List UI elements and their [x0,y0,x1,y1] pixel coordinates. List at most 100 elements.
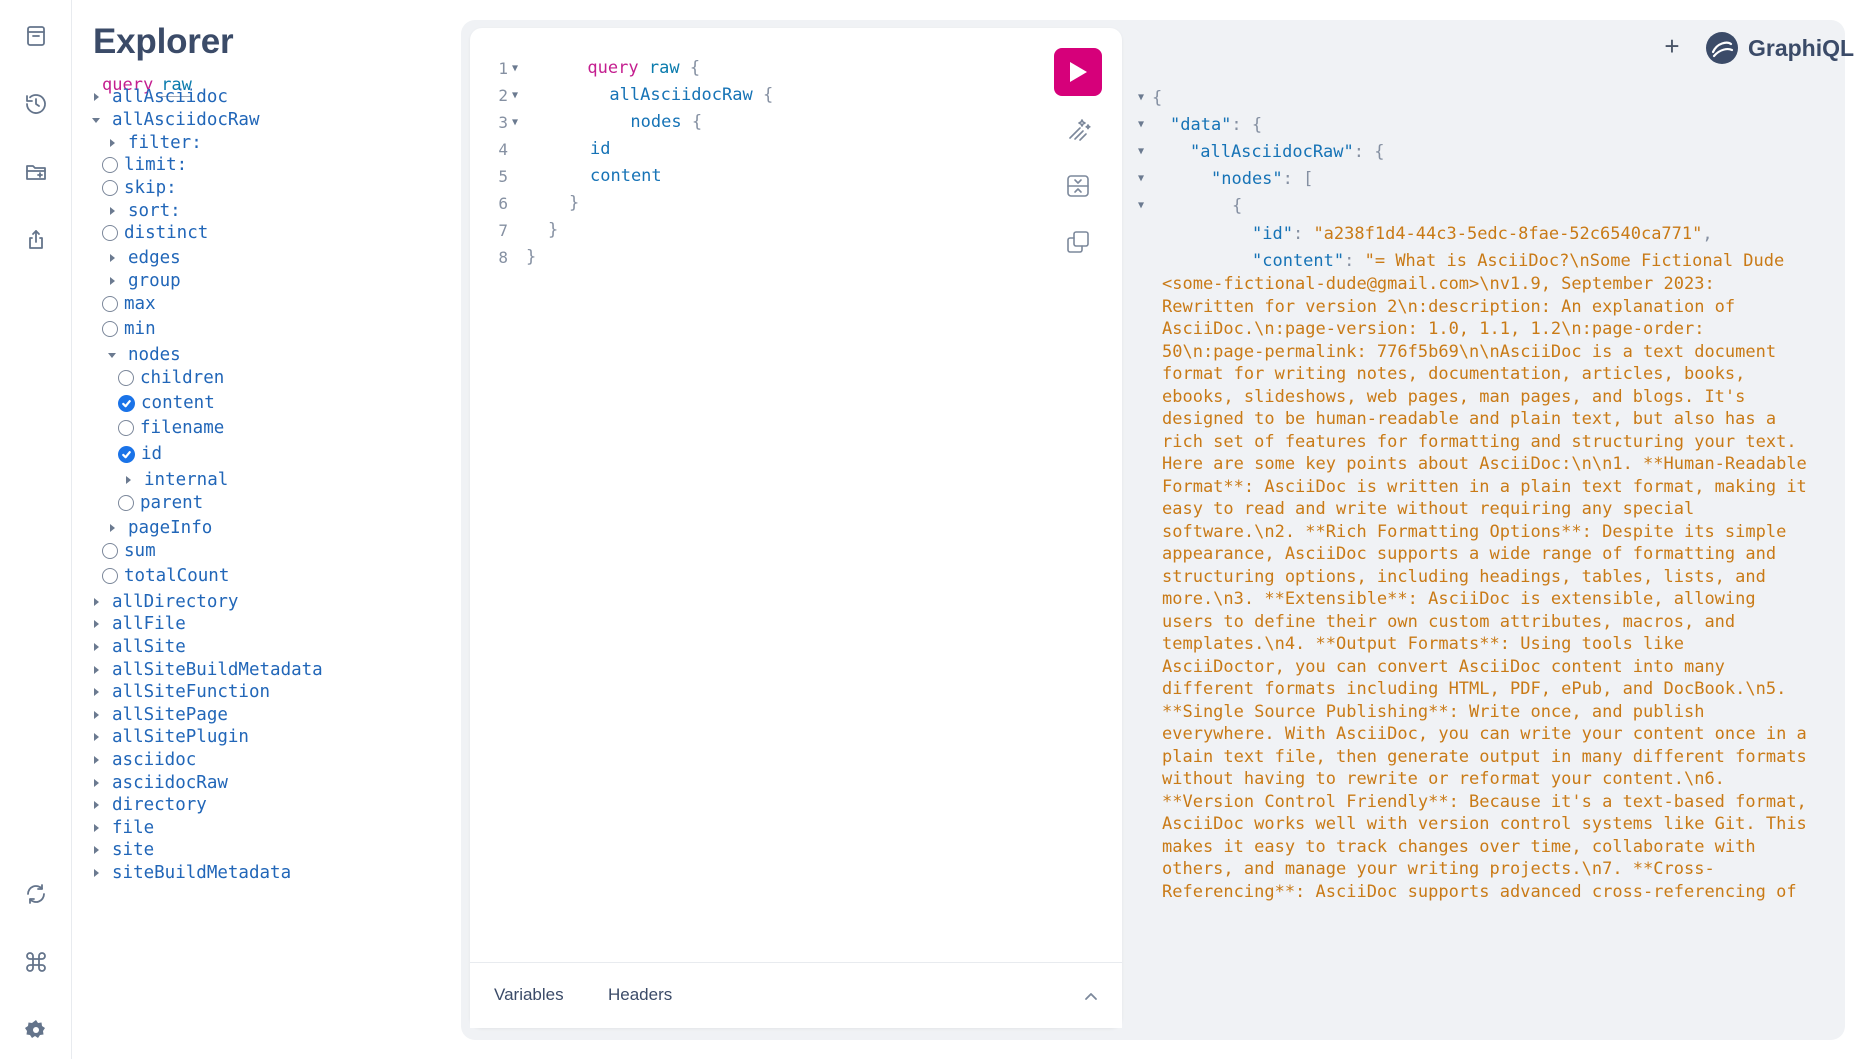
explorer-field-allasciidocraw[interactable]: allAsciidocRaw [90,108,260,132]
execute-query-button[interactable] [1054,48,1102,96]
docs-explorer-button[interactable] [18,18,54,54]
caret-right-icon[interactable] [106,252,118,264]
caret-down-icon[interactable] [90,114,102,126]
explorer-field-allsitebuildmetadata[interactable]: allSiteBuildMetadata [90,658,323,682]
radio-unchecked-icon[interactable] [102,157,118,173]
fold-arrow-icon[interactable]: ▼ [512,90,518,101]
caret-right-icon[interactable] [90,799,102,811]
export-button[interactable] [18,222,54,258]
explorer-field-internal[interactable]: internal [122,468,228,492]
radio-unchecked-icon[interactable] [102,568,118,584]
explorer-field-max[interactable]: max [102,292,156,316]
explorer-field-sort[interactable]: sort: [106,199,181,223]
code-line-3: 3 ▼ nodes { [470,109,950,135]
caret-right-icon[interactable] [90,664,102,676]
explorer-field-directory[interactable]: directory [90,793,207,817]
json-string-continuation: AsciiDoctor, you can convert AsciiDoc co… [1162,656,1725,677]
history-button[interactable] [18,86,54,122]
explorer-field-site[interactable]: site [90,838,154,862]
explorer-field-sitebuildmetadata[interactable]: siteBuildMetadata [90,861,291,885]
explorer-field-label: allSite [112,637,186,657]
fold-arrow-icon[interactable]: ▼ [1138,146,1152,157]
add-tab-button[interactable]: + [1660,31,1684,61]
explorer-field-limit[interactable]: limit: [102,153,187,177]
query-editor[interactable]: 1 ▼ query raw { 2 ▼ allAsciidocRaw { 3 ▼… [470,28,1122,1028]
caret-right-icon[interactable] [90,777,102,789]
radio-unchecked-icon[interactable] [118,420,134,436]
radio-unchecked-icon[interactable] [102,321,118,337]
copy-query-button[interactable] [1062,226,1094,258]
fold-arrow-icon[interactable]: ▼ [512,117,518,128]
radio-unchecked-icon[interactable] [102,180,118,196]
explorer-field-nodes[interactable]: nodes [106,343,181,367]
merge-fragments-button[interactable] [1062,170,1094,202]
fold-arrow-icon[interactable]: ▼ [1138,92,1152,103]
explorer-field-allasciidoc[interactable]: allAsciidoc [90,85,228,109]
caret-right-icon[interactable] [122,474,134,486]
fold-arrow-icon[interactable]: ▼ [1138,200,1152,211]
explorer-field-sum[interactable]: sum [102,539,156,563]
explorer-field-label: content [141,393,215,413]
fold-arrow-icon[interactable]: ▼ [1138,119,1152,130]
fold-arrow-icon[interactable]: ▼ [1138,173,1152,184]
caret-right-icon[interactable] [106,522,118,534]
explorer-field-alldirectory[interactable]: allDirectory [90,590,238,614]
caret-right-icon[interactable] [90,686,102,698]
explorer-field-totalcount[interactable]: totalCount [102,564,229,588]
explorer-field-edges[interactable]: edges [106,246,181,270]
explorer-field-label: allSitePage [112,705,228,725]
caret-right-icon[interactable] [90,822,102,834]
tab-headers[interactable]: Headers [608,985,672,1005]
radio-unchecked-icon[interactable] [102,225,118,241]
explorer-field-filename[interactable]: filename [118,416,224,440]
explorer-field-distinct[interactable]: distinct [102,221,208,245]
refetch-schema-button[interactable] [18,876,54,912]
explorer-field-children[interactable]: children [118,366,224,390]
result-viewer[interactable]: ▼ { ▼ "data": { ▼ "allAsciidocRaw": { ▼ … [1138,84,1848,1030]
radio-unchecked-icon[interactable] [118,495,134,511]
explorer-field-asciidocraw[interactable]: asciidocRaw [90,771,228,795]
explorer-field-min[interactable]: min [102,317,156,341]
settings-button[interactable] [18,1012,54,1048]
caret-right-icon[interactable] [106,137,118,149]
explorer-field-allsiteplugin[interactable]: allSitePlugin [90,725,249,749]
caret-right-icon[interactable] [106,275,118,287]
explorer-field-allfile[interactable]: allFile [90,612,186,636]
caret-right-icon[interactable] [90,731,102,743]
explorer-field-asciidoc[interactable]: asciidoc [90,748,196,772]
explorer-field-label: allSitePlugin [112,727,249,747]
caret-right-icon[interactable] [90,754,102,766]
caret-right-icon[interactable] [106,205,118,217]
radio-unchecked-icon[interactable] [102,543,118,559]
explorer-field-content[interactable]: content [118,391,215,415]
radio-unchecked-icon[interactable] [118,370,134,386]
caret-down-icon[interactable] [106,349,118,361]
caret-right-icon[interactable] [90,641,102,653]
chevron-up-icon[interactable] [1082,987,1100,1005]
fold-arrow-icon[interactable]: ▼ [512,63,518,74]
caret-right-icon[interactable] [90,618,102,630]
caret-right-icon[interactable] [90,867,102,879]
explorer-field-id[interactable]: id [118,442,162,466]
bracket: [ [1303,168,1314,189]
caret-right-icon[interactable] [90,709,102,721]
tab-variables[interactable]: Variables [494,985,564,1005]
caret-right-icon[interactable] [90,596,102,608]
radio-unchecked-icon[interactable] [102,296,118,312]
explorer-field-skip[interactable]: skip: [102,176,177,200]
explorer-field-parent[interactable]: parent [118,491,203,515]
explorer-field-allsitepage[interactable]: allSitePage [90,703,228,727]
explorer-field-allsitefunction[interactable]: allSiteFunction [90,680,270,704]
check-circle-icon[interactable] [118,445,135,463]
explorer-field-allsite[interactable]: allSite [90,635,186,659]
check-circle-icon[interactable] [118,394,135,412]
explorer-field-pageinfo[interactable]: pageInfo [106,516,212,540]
caret-right-icon[interactable] [90,844,102,856]
prettify-button[interactable] [1062,114,1094,146]
explorer-field-group[interactable]: group [106,269,181,293]
explorer-button[interactable] [18,154,54,190]
explorer-field-filter[interactable]: filter: [106,131,202,155]
explorer-field-file[interactable]: file [90,816,154,840]
shortcuts-button[interactable] [18,944,54,980]
caret-right-icon[interactable] [90,91,102,103]
